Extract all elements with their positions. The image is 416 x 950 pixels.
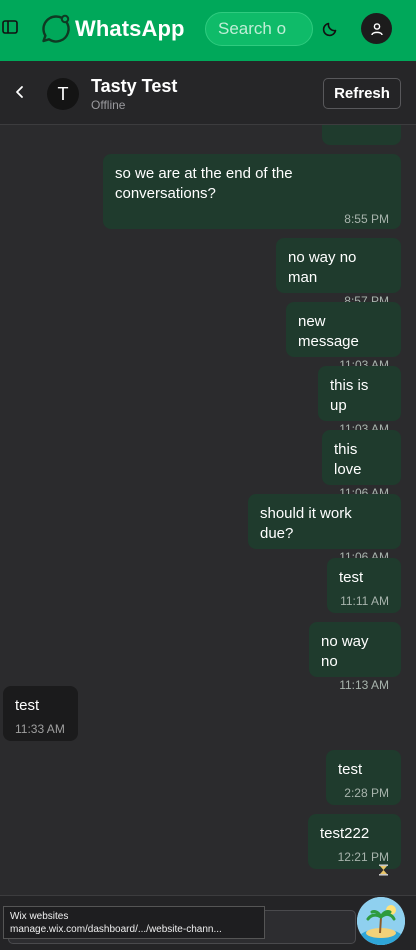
message-time: 11:11 AM	[340, 594, 389, 608]
message-list[interactable]: so we are at the end of the conversation…	[0, 125, 416, 895]
message-outgoing: should it work due? 11:06 AM	[248, 494, 401, 564]
message-text: no way no	[321, 633, 369, 670]
message-text: so we are at the end of the conversation…	[115, 165, 293, 202]
message-text: test222	[320, 825, 370, 842]
message-outgoing: no way no man 8:57 PM	[276, 238, 401, 308]
message-text: this is up	[330, 377, 369, 414]
floating-app-button[interactable]	[357, 897, 405, 945]
chevron-left-icon[interactable]	[13, 85, 27, 99]
message-time: 11:13 AM	[339, 678, 389, 692]
message-time-value: 12:21 PM	[337, 850, 389, 864]
message-outgoing: no way no 11:13 AM	[309, 622, 401, 692]
contact-name: Tasty Test	[91, 76, 178, 96]
message-outgoing: test222 12:21 PM	[308, 814, 401, 876]
refresh-button[interactable]: Refresh	[323, 78, 401, 109]
message-text: this love	[334, 441, 362, 478]
message-outgoing: this is up 11:03 AM	[318, 366, 401, 436]
contact-avatar: T	[47, 78, 79, 110]
tooltip-title: Wix websites	[10, 911, 69, 922]
message-time: 12:21 PM	[320, 850, 389, 878]
contact-status: Offline	[91, 98, 126, 112]
message-text: should it work due?	[260, 505, 352, 542]
message-outgoing: test 11:11 AM	[327, 558, 401, 613]
message-text: test	[338, 761, 363, 778]
message-outgoing: this love 11:06 AM	[322, 430, 401, 500]
search-input[interactable]	[205, 12, 313, 46]
message-outgoing: so we are at the end of the conversation…	[103, 154, 401, 229]
message-incoming: test 11:33 AM	[3, 686, 78, 741]
message-time: 8:55 PM	[344, 212, 389, 226]
tooltip-url: manage.wix.com/dashboard/.../website-cha…	[10, 924, 222, 935]
app-brand-title: WhatsApp	[75, 16, 185, 41]
message-time: 11:33 AM	[15, 722, 65, 736]
message-text: no way no man	[288, 249, 357, 286]
message-text: test	[339, 569, 364, 586]
chat-header: T Tasty Test Offline Refresh	[0, 61, 416, 125]
moon-icon[interactable]	[322, 19, 340, 37]
link-status-tooltip: Wix websites manage.wix.com/dashboard/..…	[3, 906, 265, 939]
message-text: new message	[298, 313, 359, 350]
hourglass-icon	[379, 864, 388, 876]
sidebar-toggle-icon[interactable]	[2, 19, 18, 35]
message-outgoing: test 2:28 PM	[326, 750, 401, 805]
message-time: 2:28 PM	[344, 786, 389, 800]
message-bubble-partial	[322, 125, 401, 145]
app-topbar: WhatsApp	[0, 0, 416, 61]
user-icon	[370, 22, 383, 35]
account-button[interactable]	[361, 13, 392, 44]
message-text: test	[15, 697, 40, 714]
message-outgoing: new message 11:03 AM	[286, 302, 401, 372]
island-icon	[357, 897, 405, 945]
whatsapp-logo-icon	[42, 14, 70, 43]
